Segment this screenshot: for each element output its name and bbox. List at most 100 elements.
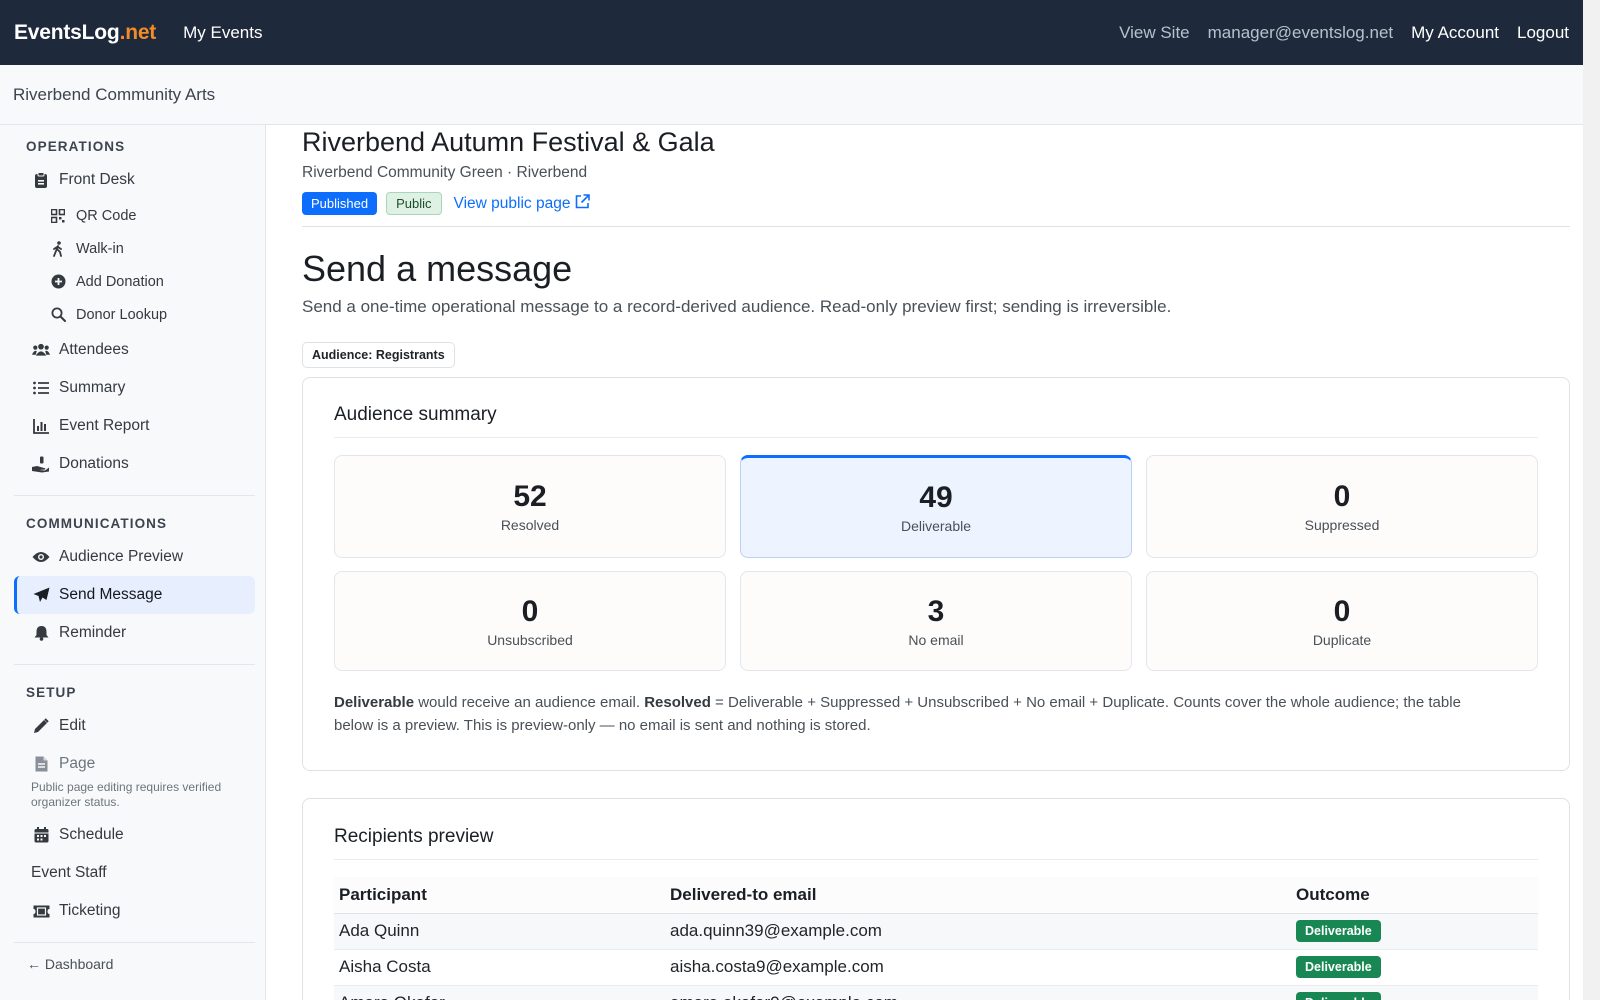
column-header-participant: Participant [334,877,665,914]
sidebar-item-walk-in[interactable]: Walk-in [14,232,255,265]
sidebar-item-label: Ticketing [59,902,121,919]
status-badge: Published [302,192,378,215]
sidebar-item-label: QR Code [76,207,137,224]
hand-donation-icon [32,455,50,473]
outcome-cell: Deliverable [1291,985,1538,1000]
table-row: Amara Okafor amara.okafor0@example.com D… [334,985,1538,1000]
sidebar-item-label: Reminder [59,624,127,641]
stat-label: Suppressed [1304,517,1380,533]
clipboard-icon [32,171,50,189]
outcome-badge: Deliverable [1296,920,1381,942]
nav-my-events[interactable]: My Events [183,23,262,43]
external-link-icon [575,193,591,214]
stat-value: 0 [1333,594,1351,628]
sidebar-item-label: Edit [59,717,86,734]
sidebar-item-attendees[interactable]: Attendees [14,331,255,369]
sidebar-item-page: Page [14,745,255,783]
pencil-icon [32,717,50,735]
stat-grid-row-2: 0 Unsubscribed 3 No email 0 Duplicate [334,571,1538,671]
sidebar-divider [14,664,255,665]
event-location: Riverbend Community Green · Riverbend [302,164,588,181]
recipients-preview-heading: Recipients preview [334,826,1538,860]
sidebar-item-event-report[interactable]: Event Report [14,407,255,445]
visibility-badge: Public [386,192,442,215]
nav-logout[interactable]: Logout [1517,23,1569,43]
sidebar-item-label: Donor Lookup [76,306,168,323]
main-content: Riverbend Autumn Festival & Gala Riverbe… [302,125,1570,1000]
sidebar-item-event-staff[interactable]: Event Staff [14,854,255,892]
outcome-cell: Deliverable [1291,949,1538,986]
nav-right-group: View Site manager@eventslog.net My Accou… [1119,23,1569,43]
sidebar-item-label: Schedule [59,826,124,843]
audience-badge: Audience: Registrants [302,342,455,368]
stat-unsubscribed: 0 Unsubscribed [334,571,726,671]
stat-label: Duplicate [1312,631,1372,648]
stat-value: 49 [919,481,953,514]
calendar-icon [32,826,50,844]
outcome-cell: Deliverable [1291,913,1538,950]
sidebar: OPERATIONS Front Desk QR Code Walk-in Ad… [0,125,266,1000]
sidebar-item-label: Front Desk [59,171,135,188]
plus-circle-icon [50,274,66,290]
participant-name: Amara Okafor [334,985,665,1000]
table-header-row: Participant Delivered-to email Outcome [334,877,1538,914]
table-row: Ada Quinn ada.quinn39@example.com Delive… [334,913,1538,950]
sidebar-item-summary[interactable]: Summary [14,369,255,407]
recipients-preview-card: Recipients preview Participant Delivered… [302,798,1570,1000]
file-icon [32,755,50,773]
sidebar-item-ticketing[interactable]: Ticketing [14,892,255,930]
nav-view-site[interactable]: View Site [1119,23,1190,43]
nav-my-account[interactable]: My Account [1411,23,1499,43]
qr-code-icon [50,208,66,224]
stat-value: 0 [521,594,539,628]
page-scrollbar[interactable] [1583,0,1600,1000]
sidebar-section-setup: SETUP [26,684,77,700]
sidebar-item-donations[interactable]: Donations [14,445,255,483]
sidebar-item-add-donation[interactable]: Add Donation [14,265,255,298]
stat-value: 0 [1333,480,1351,513]
sidebar-item-front-desk[interactable]: Front Desk [14,161,255,199]
sidebar-item-send-message[interactable]: Send Message [14,576,255,614]
audience-summary-heading: Audience summary [334,404,1538,438]
stat-value: 3 [927,594,945,628]
dashboard-back-link[interactable]: ← Dashboard [14,951,255,977]
stat-label: No email [908,631,964,648]
sidebar-item-label: Add Donation [76,273,164,290]
participant-name: Aisha Costa [334,949,665,986]
participant-email: ada.quinn39@example.com [665,913,1291,950]
page-description: Send a one-time operational message to a… [302,297,1172,316]
explain-term-resolved: Resolved [644,694,711,711]
sidebar-item-label: Audience Preview [59,548,184,565]
event-title: Riverbend Autumn Festival & Gala [302,127,715,157]
participant-name: Ada Quinn [334,913,665,950]
outcome-badge: Deliverable [1296,992,1381,1000]
sidebar-item-donor-lookup[interactable]: Donor Lookup [14,298,255,331]
sidebar-item-qr-code[interactable]: QR Code [14,199,255,232]
page-editing-note: Public page editing requires verified or… [31,780,222,809]
stat-resolved: 52 Resolved [334,455,726,558]
sidebar-divider [14,942,255,943]
sidebar-item-audience-preview[interactable]: Audience Preview [14,538,255,576]
column-header-email: Delivered-to email [665,877,1291,914]
sidebar-item-schedule[interactable]: Schedule [14,816,255,854]
header-divider [302,226,1570,227]
sidebar-item-edit[interactable]: Edit [14,707,255,745]
eye-icon [32,548,50,566]
top-navbar: EventsLog.net My Events View Site manage… [0,0,1583,65]
explain-text-1: would receive an audience email. [414,694,645,711]
sidebar-item-label: Donations [59,455,129,472]
bar-chart-icon [32,417,50,435]
view-public-page-link[interactable]: View public page [454,193,591,214]
walking-person-icon [50,240,66,257]
event-badge-row: Published Public View public page [302,191,1570,216]
audience-summary-card: Audience summary 52 Resolved 49 Delivera… [302,377,1570,771]
stat-label: Unsubscribed [487,631,573,648]
nav-user-email: manager@eventslog.net [1207,22,1394,42]
stat-grid: 52 Resolved 49 Deliverable 0 Suppressed [334,455,1538,558]
sidebar-item-label: Summary [59,379,126,396]
sidebar-item-label: Event Staff [31,864,107,881]
ticket-icon [32,902,50,920]
brand-logo[interactable]: EventsLog.net [14,21,156,45]
sidebar-item-reminder[interactable]: Reminder [14,614,255,652]
stat-label: Deliverable [900,518,972,534]
